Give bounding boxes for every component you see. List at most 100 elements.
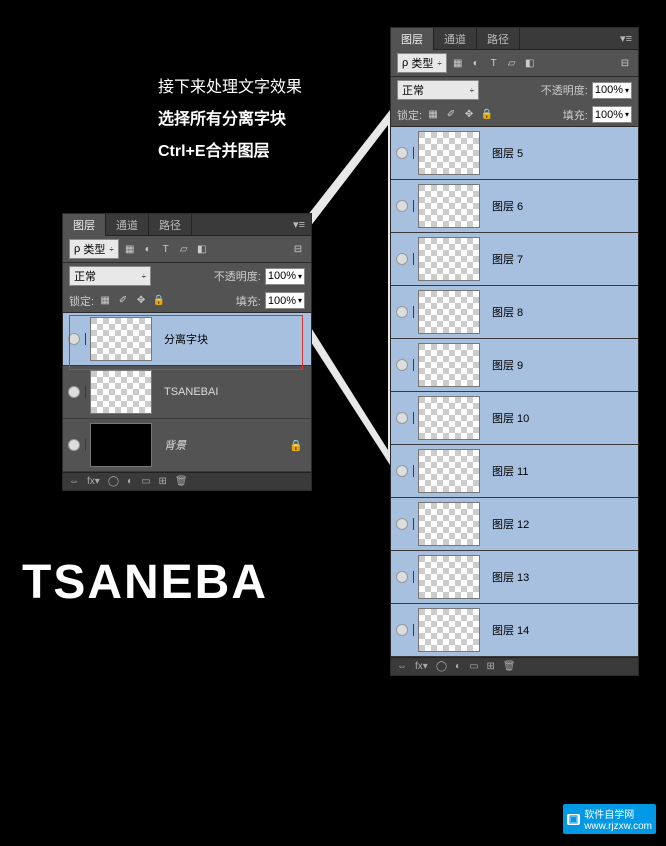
layer-thumbnail[interactable]: [418, 396, 480, 440]
tab-paths[interactable]: 路径: [477, 28, 520, 50]
adjust-icon[interactable]: ◐: [455, 661, 461, 672]
layer-row[interactable]: 图层 7: [391, 233, 638, 286]
layer-name[interactable]: 图层 8: [484, 304, 638, 320]
lock-move-icon[interactable]: ✥: [462, 108, 476, 122]
tab-layers[interactable]: 图层: [391, 28, 434, 50]
lock-trans-icon[interactable]: ▦: [426, 108, 440, 122]
mask-icon[interactable]: ◯: [436, 661, 447, 672]
layer-name[interactable]: TSANEBAI: [156, 386, 311, 398]
new-layer-icon[interactable]: ⊞: [487, 661, 495, 672]
visibility-toggle[interactable]: [391, 571, 414, 583]
lock-paint-icon[interactable]: ✐: [444, 108, 458, 122]
layer-row[interactable]: 图层 13: [391, 551, 638, 604]
layer-thumbnail[interactable]: [418, 290, 480, 334]
layer-thumbnail[interactable]: [418, 184, 480, 228]
filter-pixel-icon[interactable]: ▦: [123, 242, 137, 256]
visibility-toggle[interactable]: [63, 386, 86, 398]
trash-icon[interactable]: 🗑: [175, 476, 188, 487]
layer-name[interactable]: 图层 5: [484, 145, 638, 161]
layer-name[interactable]: 图层 13: [484, 569, 638, 585]
filter-adjust-icon[interactable]: ◐: [469, 56, 483, 70]
layer-name[interactable]: 背景: [156, 437, 289, 453]
visibility-toggle[interactable]: [391, 624, 414, 636]
tab-channels[interactable]: 通道: [106, 214, 149, 236]
layer-name[interactable]: 图层 7: [484, 251, 638, 267]
fx-icon[interactable]: fx▾: [87, 476, 100, 487]
layer-row[interactable]: 图层 14: [391, 604, 638, 657]
filter-toggle-icon[interactable]: ⊟: [618, 56, 632, 70]
layer-thumbnail[interactable]: [418, 237, 480, 281]
filter-type-dropdown[interactable]: ρ 类型÷: [397, 53, 447, 73]
layer-name[interactable]: 图层 12: [484, 516, 638, 532]
filter-type-dropdown[interactable]: ρ 类型÷: [69, 239, 119, 259]
layer-row[interactable]: 图层 6: [391, 180, 638, 233]
folder-icon[interactable]: ▭: [469, 661, 478, 672]
opacity-input[interactable]: 100%▾: [265, 268, 305, 285]
tab-paths[interactable]: 路径: [149, 214, 192, 236]
opacity-input[interactable]: 100%▾: [592, 82, 632, 99]
filter-smart-icon[interactable]: ◧: [195, 242, 209, 256]
visibility-toggle[interactable]: [391, 147, 414, 159]
folder-icon[interactable]: ▭: [141, 476, 150, 487]
layer-name[interactable]: 图层 6: [484, 198, 638, 214]
lock-paint-icon[interactable]: ✐: [116, 294, 130, 308]
visibility-toggle[interactable]: [63, 333, 86, 345]
visibility-toggle[interactable]: [63, 439, 86, 451]
visibility-toggle[interactable]: [391, 518, 414, 530]
filter-pixel-icon[interactable]: ▦: [451, 56, 465, 70]
layer-thumbnail[interactable]: [418, 608, 480, 652]
filter-smart-icon[interactable]: ◧: [523, 56, 537, 70]
layer-thumbnail[interactable]: [418, 131, 480, 175]
layer-name[interactable]: 图层 9: [484, 357, 638, 373]
layer-row[interactable]: 图层 10: [391, 392, 638, 445]
trash-icon[interactable]: 🗑: [503, 661, 516, 672]
layer-name[interactable]: 图层 11: [484, 463, 638, 479]
layer-row[interactable]: 分离字块: [63, 313, 311, 366]
layer-thumbnail[interactable]: [418, 502, 480, 546]
layer-row[interactable]: 图层 12: [391, 498, 638, 551]
layer-thumbnail[interactable]: [418, 343, 480, 387]
layer-row[interactable]: 图层 9: [391, 339, 638, 392]
blend-mode-dropdown[interactable]: 正常÷: [397, 80, 479, 100]
filter-type-icon[interactable]: T: [159, 242, 173, 256]
mask-icon[interactable]: ◯: [108, 476, 119, 487]
filter-toggle-icon[interactable]: ⊟: [291, 242, 305, 256]
layer-thumbnail[interactable]: [90, 423, 152, 467]
layer-row[interactable]: 图层 8: [391, 286, 638, 339]
tab-layers[interactable]: 图层: [63, 214, 106, 236]
lock-trans-icon[interactable]: ▦: [98, 294, 112, 308]
filter-adjust-icon[interactable]: ◐: [141, 242, 155, 256]
layer-thumbnail[interactable]: [90, 370, 152, 414]
visibility-toggle[interactable]: [391, 465, 414, 477]
visibility-toggle[interactable]: [391, 200, 414, 212]
layer-row[interactable]: 图层 5: [391, 127, 638, 180]
panel-menu-icon[interactable]: ▾≡: [614, 32, 638, 45]
new-layer-icon[interactable]: ⊞: [159, 476, 167, 487]
fill-input[interactable]: 100%▾: [265, 292, 305, 309]
filter-shape-icon[interactable]: ▱: [505, 56, 519, 70]
fill-input[interactable]: 100%▾: [592, 106, 632, 123]
visibility-toggle[interactable]: [391, 253, 414, 265]
layer-row[interactable]: 背景🔒: [63, 419, 311, 472]
visibility-toggle[interactable]: [391, 359, 414, 371]
lock-move-icon[interactable]: ✥: [134, 294, 148, 308]
layer-thumbnail[interactable]: [418, 449, 480, 493]
panel-menu-icon[interactable]: ▾≡: [287, 218, 311, 231]
adjust-icon[interactable]: ◐: [127, 476, 133, 487]
blend-mode-dropdown[interactable]: 正常÷: [69, 266, 151, 286]
filter-shape-icon[interactable]: ▱: [177, 242, 191, 256]
filter-type-icon[interactable]: T: [487, 56, 501, 70]
layer-thumbnail[interactable]: [90, 317, 152, 361]
layer-row[interactable]: 图层 11: [391, 445, 638, 498]
lock-all-icon[interactable]: 🔒: [480, 108, 494, 122]
link-icon[interactable]: ⇔: [69, 476, 79, 487]
visibility-toggle[interactable]: [391, 412, 414, 424]
link-icon[interactable]: ⇔: [397, 661, 407, 672]
layer-row[interactable]: TSANEBAI: [63, 366, 311, 419]
fx-icon[interactable]: fx▾: [415, 661, 428, 672]
lock-all-icon[interactable]: 🔒: [152, 294, 166, 308]
layer-name[interactable]: 图层 10: [484, 410, 638, 426]
visibility-toggle[interactable]: [391, 306, 414, 318]
layer-name[interactable]: 分离字块: [156, 331, 311, 347]
tab-channels[interactable]: 通道: [434, 28, 477, 50]
